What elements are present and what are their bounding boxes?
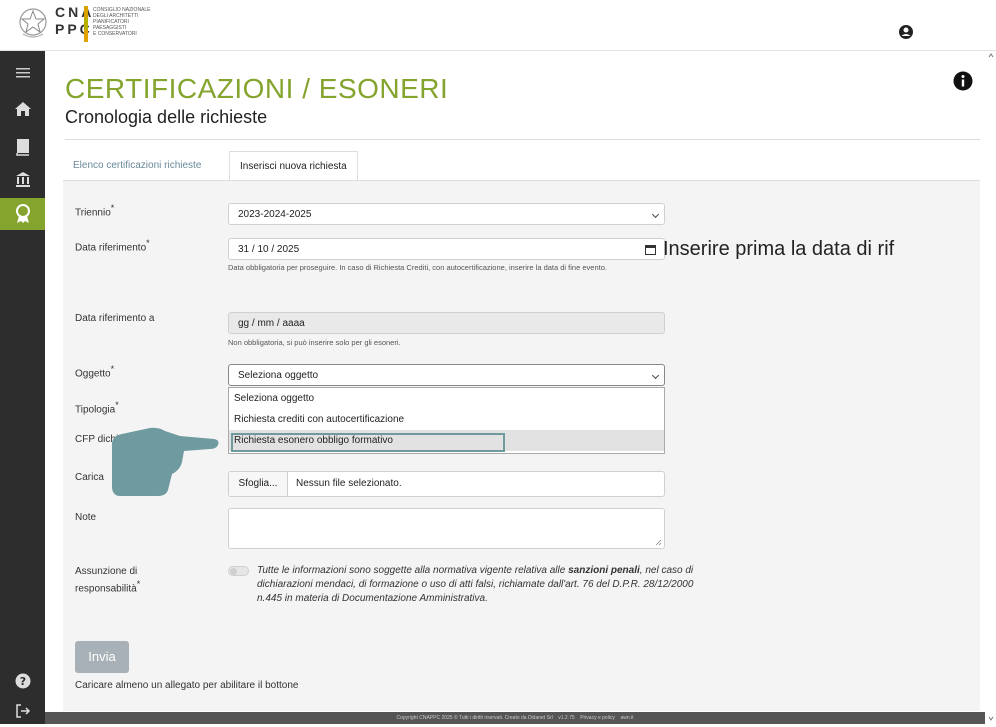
sidebar-item-logout[interactable] xyxy=(0,695,45,727)
browse-button[interactable]: Sfoglia... xyxy=(229,472,288,496)
submit-button[interactable]: Invia xyxy=(75,641,129,673)
oggetto-option[interactable]: Richiesta crediti con autocertificazione xyxy=(229,409,664,430)
oggetto-label: Oggetto* xyxy=(75,364,115,380)
logout-icon xyxy=(15,704,30,718)
tipologia-label: Tipologia* xyxy=(75,400,119,416)
sidebar-menu-toggle[interactable] xyxy=(0,57,45,89)
note-textarea[interactable] xyxy=(228,508,665,549)
page-title: CERTIFICAZIONI / ESONERI xyxy=(65,73,449,104)
carica-label: Carica xyxy=(75,472,104,483)
sidebar-item-home[interactable] xyxy=(0,93,45,125)
sidebar-item-courses[interactable] xyxy=(0,131,45,163)
divider xyxy=(65,139,980,140)
menu-icon xyxy=(15,68,30,78)
info-icon[interactable] xyxy=(953,71,973,91)
oggetto-option[interactable]: Seleziona oggetto xyxy=(229,388,664,409)
file-upload-input[interactable]: Sfoglia... Nessun file selezionato. xyxy=(228,471,665,497)
assunzione-text: Tutte le informazioni sono soggette alla… xyxy=(257,565,694,604)
highlight-outline xyxy=(231,433,505,452)
submit-hint: Caricare almeno un allegato per abilitar… xyxy=(75,680,299,691)
award-icon xyxy=(15,204,30,223)
sidebar-item-certifications[interactable] xyxy=(0,198,45,230)
data-riferimento-a-label: Data riferimento a xyxy=(75,313,155,324)
main-content: CERTIFICAZIONI / ESONERI Cronologia dell… xyxy=(45,51,996,724)
data-riferimento-label: Data riferimento* xyxy=(75,238,150,254)
file-name-text: Nessun file selezionato. xyxy=(296,478,402,489)
note-label: Note xyxy=(75,512,97,523)
footer: Copyright CNAPPC 2025 © Tutti i diritti … xyxy=(45,712,985,724)
sidebar-item-institution[interactable] xyxy=(0,163,45,195)
scrollbar[interactable] xyxy=(986,51,996,724)
data-riferimento-input[interactable]: 31 / 10 / 2025 xyxy=(228,238,665,260)
emblem-icon xyxy=(19,8,47,38)
annotation-text: Inserire prima la data di rif xyxy=(663,238,895,260)
logo-text: Consiglio Nazionale degli Architetti Pia… xyxy=(93,7,151,37)
data-riferimento-a-input[interactable]: gg / mm / aaaa xyxy=(228,312,665,334)
home-icon xyxy=(14,102,31,116)
triennio-select[interactable]: 2023-2024-2025 xyxy=(228,203,665,225)
calendar-icon[interactable] xyxy=(645,244,656,255)
logo-bars xyxy=(84,6,88,42)
tab-nuova-richiesta[interactable]: Inserisci nuova richiesta xyxy=(229,151,358,181)
triennio-label: Triennio* xyxy=(75,203,115,219)
chevron-down-icon xyxy=(651,210,660,219)
assunzione-toggle[interactable] xyxy=(228,566,249,576)
chevron-down-icon xyxy=(651,371,660,380)
top-bar: CNA PPC Consiglio Nazionale degli Archit… xyxy=(0,0,996,51)
svg-text:?: ? xyxy=(19,675,25,688)
data-riferimento-a-help: Non obbligatoria, si può inserire solo p… xyxy=(228,338,401,347)
assunzione-label: Assunzione di responsabilità* xyxy=(75,566,141,595)
data-riferimento-help: Data obbligatoria per proseguire. In cas… xyxy=(228,263,607,272)
book-icon xyxy=(15,139,29,156)
help-icon: ? xyxy=(15,673,30,689)
sidebar: ? xyxy=(0,51,45,724)
logo-letters: CNA PPC xyxy=(55,4,95,37)
oggetto-select[interactable]: Seleziona oggetto xyxy=(228,364,665,386)
pointing-hand-icon xyxy=(112,427,219,496)
user-icon[interactable] xyxy=(898,24,914,40)
sidebar-item-help[interactable]: ? xyxy=(0,665,45,697)
institution-icon xyxy=(15,172,30,187)
resize-handle-icon[interactable] xyxy=(655,539,662,546)
oggetto-dropdown-list: Seleziona oggetto Richiesta crediti con … xyxy=(228,387,665,454)
page-subtitle: Cronologia delle richieste xyxy=(65,107,268,127)
tab-elenco-certificazioni[interactable]: Elenco certificazioni richieste xyxy=(63,151,211,180)
